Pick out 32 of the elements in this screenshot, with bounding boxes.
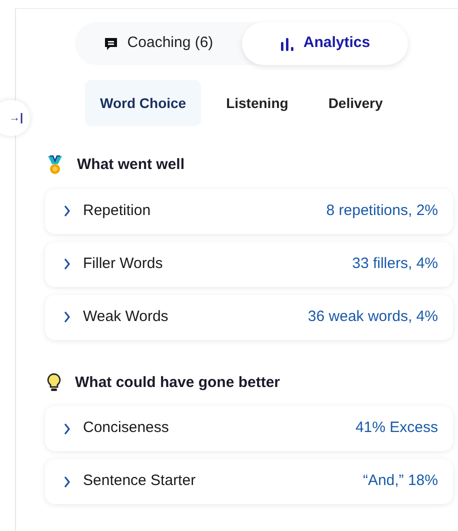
metric-value: 36 weak words, 4% [308, 306, 438, 327]
sub-tab[interactable]: Delivery [313, 80, 398, 126]
metric-row[interactable]: Sentence Starter “And,” 18% [45, 459, 453, 504]
section-heading: What could have gone better [75, 372, 280, 392]
chat-icon [103, 36, 120, 52]
metric-label: Filler Words [83, 254, 163, 274]
medal-icon [47, 155, 63, 176]
lightbulb-icon [47, 372, 61, 393]
collapse-button[interactable]: →| [0, 100, 30, 136]
metric-label: Sentence Starter [83, 471, 196, 492]
metric-label: Conciseness [83, 418, 169, 438]
chevron-right-icon [63, 205, 71, 217]
metric-label: Repetition [83, 200, 151, 221]
metric-row[interactable]: Filler Words 33 fillers, 4% [45, 242, 453, 286]
metric-label: Weak Words [83, 306, 168, 327]
chevron-right-icon [63, 258, 71, 270]
metric-row[interactable]: Repetition 8 repetitions, 2% [45, 188, 453, 234]
metric-row[interactable]: Conciseness 41% Excess [45, 406, 453, 451]
section-heading: What went well [77, 155, 185, 175]
metric-value: 41% Excess [355, 418, 438, 438]
sub-tab[interactable]: Listening [211, 80, 304, 126]
chevron-right-icon [63, 422, 71, 434]
chevron-right-icon [63, 476, 71, 488]
metric-value: 33 fillers, 4% [352, 254, 438, 274]
chevron-right-icon [63, 311, 71, 323]
view-tab[interactable]: Coaching (6) [75, 22, 242, 65]
sub-tab[interactable]: Word Choice [85, 80, 202, 126]
metric-row[interactable]: Weak Words 36 weak words, 4% [45, 294, 453, 340]
metric-value: “And,” 18% [362, 471, 438, 492]
bar-chart-icon [279, 36, 296, 50]
metric-value: 8 repetitions, 2% [326, 200, 438, 221]
view-tab[interactable]: Analytics [242, 22, 408, 65]
